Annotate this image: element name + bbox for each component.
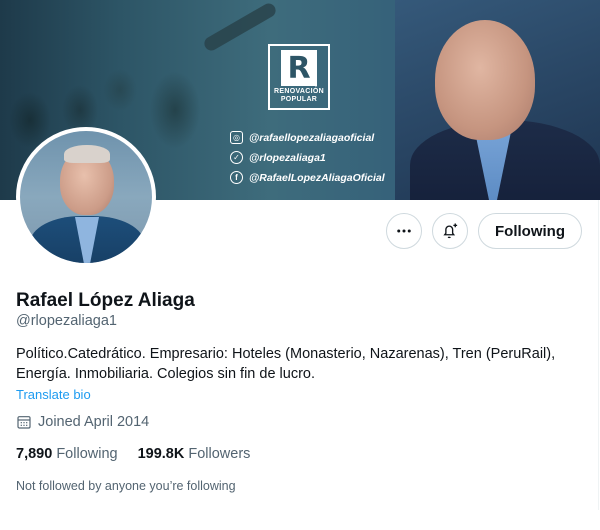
profile-actions: Following <box>386 213 582 249</box>
banner-portrait-image <box>395 0 600 200</box>
more-button[interactable] <box>386 213 423 249</box>
profile-bio: Político.Catedrático. Empresario: Hotele… <box>16 346 556 382</box>
joined-date: Joined April 2014 <box>16 414 149 430</box>
profile-name: Rafael López Aliaga <box>16 290 195 311</box>
following-button[interactable]: Following <box>478 213 582 249</box>
not-followed-notice: Not followed by anyone you’re following <box>16 479 236 493</box>
column-divider <box>598 200 599 510</box>
follow-stats: 7,890 Following 199.8K Followers <box>16 446 250 462</box>
following-count-link[interactable]: 7,890 Following <box>16 446 118 462</box>
translate-bio-link[interactable]: Translate bio <box>16 387 91 402</box>
profile-handle: @rlopezaliaga1 <box>16 313 117 329</box>
bell-plus-icon <box>443 223 458 239</box>
more-icon <box>397 229 411 233</box>
profile-avatar[interactable] <box>16 127 156 267</box>
notifications-button[interactable] <box>432 213 469 249</box>
facebook-icon: f <box>230 171 243 184</box>
banner-twitter-handle: ✓ @rlopezaliaga1 <box>230 151 326 164</box>
party-logo: R RENOVACIÓN POPULAR <box>268 44 330 110</box>
followers-count-link[interactable]: 199.8K Followers <box>138 446 251 462</box>
twitter-icon: ✓ <box>230 151 243 164</box>
banner-facebook-handle: f @RafaelLopezAliagaOficial <box>230 171 385 184</box>
calendar-icon <box>17 416 31 429</box>
instagram-icon: ◎ <box>230 131 243 144</box>
banner-instagram-handle: ◎ @rafaellopezaliagaoficial <box>230 131 374 144</box>
